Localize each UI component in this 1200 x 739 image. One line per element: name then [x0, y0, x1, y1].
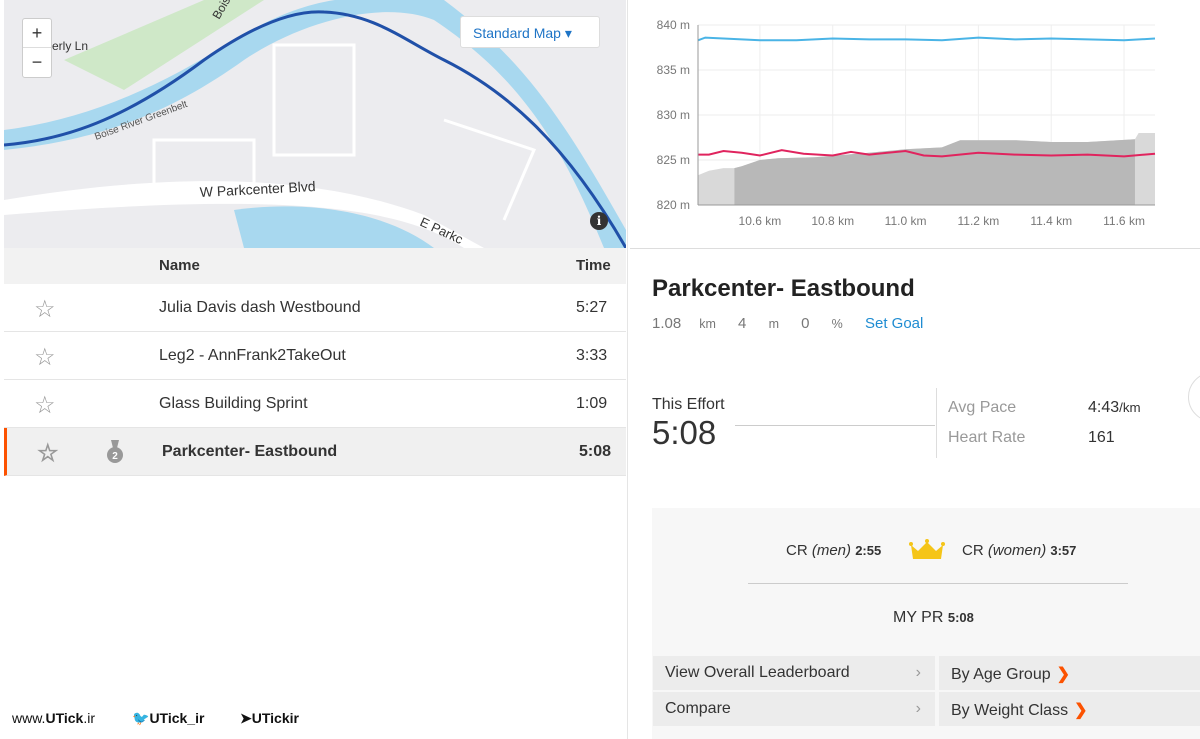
my-pr: MY PR 5:08 — [893, 609, 974, 626]
y-tick-label: 820 m — [657, 198, 690, 212]
y-tick-label: 835 m — [657, 63, 690, 77]
footer-telegram: ➤UTickir — [240, 710, 299, 726]
effort-time: 5:08 — [652, 414, 717, 451]
set-goal-link[interactable]: Set Goal — [865, 315, 923, 332]
segment-time: 5:27 — [576, 299, 608, 316]
y-tick-label: 830 m — [657, 108, 690, 122]
y-tick-label: 840 m — [657, 18, 690, 32]
map-type-label: Standard Map — [473, 25, 561, 41]
street-label: erly Ln — [52, 39, 88, 53]
x-tick-label: 11.4 km — [1030, 214, 1072, 228]
cr-men: CR (men) 2:55 — [786, 542, 882, 559]
distance: 1.08 km — [652, 315, 716, 332]
segment-time: 1:09 — [576, 395, 608, 412]
x-tick-label: 10.6 km — [739, 214, 782, 228]
divider — [627, 0, 628, 739]
effort-label: This Effort — [652, 396, 725, 413]
caret-down-icon: ▾ — [564, 25, 572, 41]
divider — [735, 425, 935, 426]
footer-twitter: 🐦UTick_ir — [132, 710, 205, 726]
medal-icon: 2 — [107, 440, 123, 463]
segment-meta: 1.08 km 4 m 0 % Set Goal — [652, 315, 941, 332]
segment-time: 3:33 — [576, 347, 608, 364]
y-tick-label: 825 m — [657, 153, 690, 167]
star-icon[interactable]: ☆ — [34, 295, 56, 324]
x-tick-label: 10.8 km — [811, 214, 854, 228]
star-icon[interactable]: ☆ — [34, 343, 56, 372]
twitter-icon: 🐦 — [132, 710, 150, 726]
crown-icon — [909, 539, 945, 559]
divider — [630, 248, 1200, 249]
x-tick-label: 11.0 km — [885, 214, 927, 228]
segment-row[interactable]: ☆ Julia Davis dash Westbound 5:27 — [4, 284, 626, 332]
divider — [936, 388, 937, 458]
footer-site: www.UTick.ir — [12, 710, 95, 726]
avg-pace-value: 4:43/km — [1088, 399, 1141, 416]
star-icon[interactable]: ☆ — [34, 391, 56, 420]
telegram-icon: ➤ — [240, 710, 252, 726]
segment-name[interactable]: Glass Building Sprint — [159, 395, 308, 413]
segment-title: Parkcenter- Eastbound — [652, 275, 915, 302]
list-header: Name Time — [4, 248, 626, 284]
divider — [748, 583, 1128, 584]
segment-row[interactable]: ☆ Glass Building Sprint 1:09 — [4, 380, 626, 428]
chevron-right-icon: › — [915, 700, 921, 717]
x-tick-label: 11.2 km — [957, 214, 999, 228]
series-line — [697, 36, 1156, 42]
next-button[interactable] — [1188, 372, 1200, 422]
map[interactable]: W Parkcenter Blvd E Parkc Boise River Gr… — [4, 0, 626, 248]
info-icon[interactable]: i — [590, 212, 608, 230]
segment-row[interactable]: ☆ 2 Parkcenter- Eastbound 5:08 — [4, 428, 626, 476]
segment-row[interactable]: ☆ Leg2 - AnnFrank2TakeOut 3:33 — [4, 332, 626, 380]
x-tick-label: 11.6 km — [1103, 214, 1145, 228]
grade: 0 % — [801, 315, 843, 332]
segment-name[interactable]: Parkcenter- Eastbound — [162, 443, 337, 461]
chevron-right-icon: › — [915, 664, 921, 681]
segment-list: Name Time ☆ Julia Davis dash Westbound 5:2… — [4, 248, 626, 476]
by-weight-class-button[interactable]: By Weight Class ❯ — [939, 692, 1200, 726]
arrow-right-icon: ❯ — [1074, 702, 1088, 719]
heart-rate-label: Heart Rate — [948, 429, 1026, 446]
compare-button[interactable]: Compare › — [653, 692, 935, 726]
elevation-segment-area — [734, 139, 1135, 205]
elevation-chart: 820 m 825 m 830 m 835 m 840 m 10.6 km 10.8 km 1… — [657, 18, 1156, 228]
zoom-control: + − — [22, 18, 52, 78]
name-column-header[interactable]: Name — [159, 257, 200, 274]
zoom-in-button[interactable]: + — [23, 19, 51, 48]
map-type-dropdown[interactable]: Standard Map ▾ — [460, 16, 600, 48]
elevation: 4 m — [738, 315, 779, 332]
time-column-header[interactable]: Time — [576, 257, 611, 274]
zoom-out-button[interactable]: − — [23, 48, 51, 77]
cr-women: CR (women) 3:57 — [962, 542, 1077, 559]
by-age-group-button[interactable]: By Age Group ❯ — [939, 656, 1200, 690]
avg-pace-label: Avg Pace — [948, 399, 1017, 416]
arrow-right-icon: ❯ — [1056, 666, 1071, 683]
heart-rate-value: 161 — [1088, 429, 1115, 446]
segment-name[interactable]: Julia Davis dash Westbound — [159, 299, 361, 317]
star-icon[interactable]: ☆ — [37, 439, 59, 468]
segment-name[interactable]: Leg2 - AnnFrank2TakeOut — [159, 347, 346, 365]
view-leaderboard-button[interactable]: View Overall Leaderboard › — [653, 656, 935, 690]
segment-time: 5:08 — [579, 443, 612, 460]
svg-text:2: 2 — [112, 451, 118, 462]
